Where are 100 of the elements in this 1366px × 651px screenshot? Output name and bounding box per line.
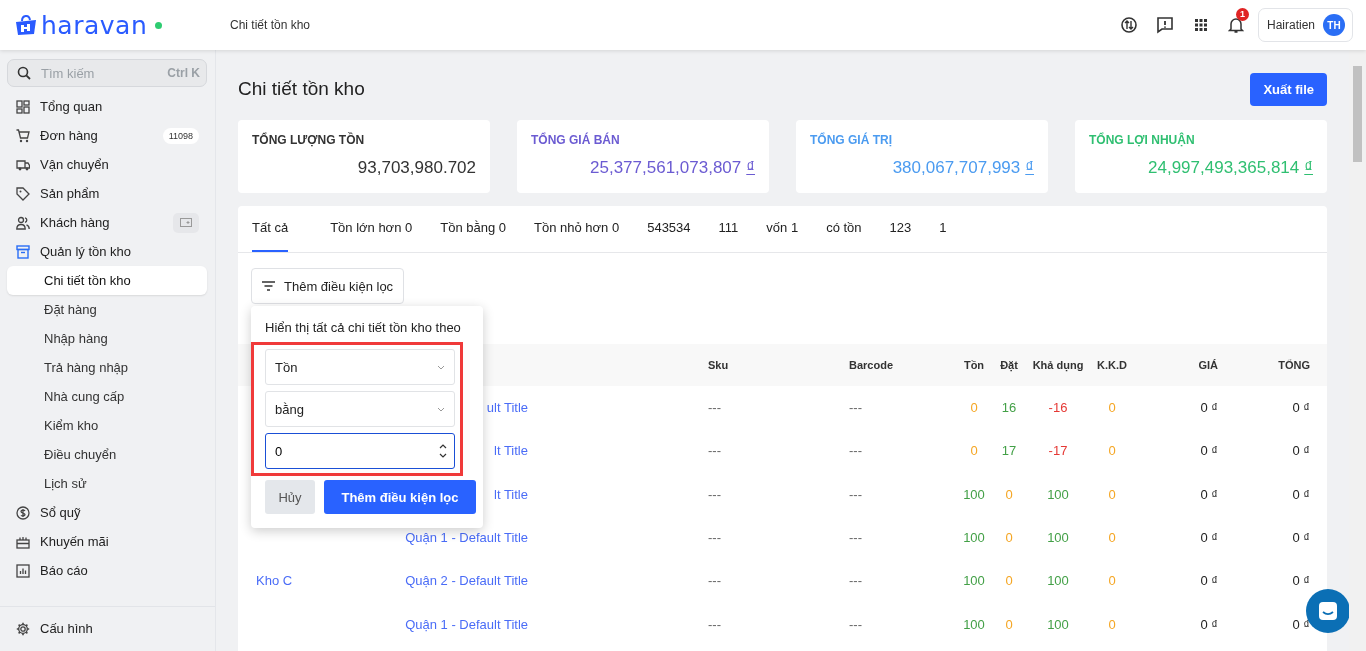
table-cell-text: 0 ₫ (1199, 530, 1218, 546)
count-badge: 11098 (162, 127, 199, 144)
table-cell-text: 0 (1107, 486, 1117, 502)
stat-value: 25,377,561,073,807 ₫ (589, 158, 755, 178)
filter-tab[interactable]: Tất cả (252, 206, 289, 252)
table-cell-text: 0 (1107, 616, 1117, 632)
table-cell-text: --- (849, 486, 863, 502)
search-icon (17, 66, 31, 80)
filter-tab[interactable]: có tồn (812, 206, 876, 252)
sidebar-subitem[interactable]: Nhập hàng (7, 324, 207, 353)
table-cell-text: 100 (962, 530, 986, 546)
stat-label: TỔNG GIÁ TRỊ (810, 133, 893, 147)
table-cell-text: 0 ₫ (1199, 443, 1218, 459)
table-cell-text: 100 (1046, 530, 1070, 546)
sidebar-subitem[interactable]: Trả hàng nhập (7, 353, 207, 382)
user-menu[interactable]: Hairatien TH (1257, 8, 1353, 42)
column-header: Khả dụng (1031, 359, 1085, 371)
chevron-down-icon (437, 364, 445, 370)
feedback-icon[interactable] (1155, 16, 1174, 34)
table-cell-text: --- (849, 573, 863, 589)
sidebar-item[interactable]: Báo cáo (7, 556, 207, 585)
sidebar-subitem[interactable]: Lịch sử (7, 469, 207, 498)
table-cell-text: 16 (1000, 400, 1018, 416)
sidebar-subitem[interactable]: Kiểm kho (7, 411, 207, 440)
table-cell-text: 0 (1107, 443, 1117, 459)
sidebar-subitem[interactable]: Điều chuyển (7, 440, 207, 469)
filter-tab[interactable]: vốn 1 (752, 206, 813, 252)
table-cell-text: 0 (1107, 573, 1117, 589)
column-header: K.K.D (1096, 359, 1128, 371)
filter-tab[interactable]: 111 (704, 206, 753, 252)
variant-link[interactable]: Quận 1 - Default Title (393, 530, 528, 546)
table-cell-text: 0 ₫ (1291, 443, 1310, 459)
truck-icon (16, 157, 30, 172)
filter-tab[interactable]: Tồn lớn hơn 0 (316, 206, 427, 252)
users-icon (16, 215, 30, 230)
sidebar-item[interactable]: Khách hàng (7, 208, 207, 237)
notification-badge: 1 (1235, 8, 1249, 21)
archive-icon (16, 244, 30, 259)
filter-tab[interactable]: 1 (925, 206, 961, 252)
variant-link[interactable]: Quận 2 - Default Title (393, 573, 528, 589)
sidebar-subitem[interactable]: Đặt hàng (7, 295, 207, 324)
select-field[interactable]: Tồn (265, 349, 455, 385)
filter-tab[interactable]: 123 (875, 206, 926, 252)
table-cell-text: --- (708, 616, 722, 632)
sidebar-item[interactable]: Vận chuyển (7, 150, 207, 179)
column-header: Sku (708, 359, 730, 371)
filter-tab[interactable]: Tồn bằng 0 (426, 206, 520, 252)
stat-label: TỔNG LỢI NHUẬN (1089, 133, 1196, 147)
tag-icon (16, 186, 30, 201)
table-cell-text: 0 (969, 400, 979, 416)
stat-value: 93,703,980.702 (356, 158, 476, 178)
table-cell-text: --- (849, 616, 863, 632)
table-cell-text: 100 (962, 616, 986, 632)
filter-tab[interactable]: 543534 (633, 206, 705, 252)
shortcut-hint: Ctrl K (167, 66, 200, 80)
sync-icon[interactable] (1119, 16, 1138, 34)
table-cell-text: --- (708, 573, 722, 589)
chat-button[interactable] (1306, 589, 1349, 633)
sidebar-item[interactable]: Sổ quỹ (7, 498, 207, 527)
logo-text: haravan (41, 10, 148, 40)
chat-icon (1317, 600, 1339, 622)
spinner-icon[interactable] (439, 443, 447, 459)
scrollbar-thumb[interactable] (1353, 66, 1362, 162)
sidebar-item[interactable]: Sản phẩm (7, 179, 207, 208)
page-title: Chi tiết tồn kho (238, 78, 365, 100)
table-cell-text: 0 ₫ (1199, 616, 1218, 632)
sidebar-subitem[interactable]: Nhà cung cấp (7, 382, 207, 411)
table-cell-text: --- (708, 486, 722, 502)
warehouse-link[interactable]: Kho C (256, 573, 393, 589)
number-field[interactable]: 0 (265, 433, 455, 469)
sidebar-item[interactable]: Đơn hàng 11098 (7, 121, 207, 150)
table-cell-text: 100 (1046, 573, 1070, 589)
variant-link[interactable]: Quận 1 - Default Title (393, 616, 528, 632)
chevron-down-icon (437, 406, 445, 412)
filter-tab[interactable]: Tồn nhỏ hơn 0 (520, 206, 634, 252)
table-cell-text: --- (708, 443, 722, 459)
add-filter-button[interactable]: Thêm điều kiện lọc (251, 268, 405, 304)
export-button[interactable]: Xuất file (1250, 72, 1327, 106)
bell-icon[interactable] (1227, 16, 1244, 34)
add-filter-button[interactable]: Thêm điều kiện lọc (324, 480, 476, 514)
table-cell-text: -16 (1047, 400, 1069, 416)
sidebar-subitem[interactable]: Chi tiết tồn kho (7, 266, 207, 295)
table-cell-text: 0 ₫ (1199, 573, 1218, 589)
select-field[interactable]: bằng (265, 391, 455, 427)
table-cell-text: 17 (1000, 443, 1018, 459)
table-cell-text: 0 (1004, 573, 1014, 589)
table-cell-text: 0 ₫ (1291, 616, 1310, 632)
table-cell-text: -17 (1047, 443, 1069, 459)
cancel-button[interactable]: Hủy (265, 480, 315, 514)
sidebar-item[interactable]: Tổng quan (7, 92, 207, 121)
user-avatar: TH (1323, 14, 1345, 36)
sidebar-item[interactable]: Khuyến mãi (7, 527, 207, 556)
sidebar-item[interactable]: Quản lý tồn kho (7, 237, 207, 266)
column-header: Barcode (849, 359, 895, 371)
table-cell-text: --- (708, 530, 722, 546)
sidebar-item[interactable]: Cấu hình (7, 614, 207, 643)
filter-icon (262, 281, 275, 291)
table-cell-text: 0 ₫ (1291, 486, 1310, 502)
stat-label: TỔNG LƯỢNG TỒN (252, 133, 366, 147)
breadcrumb: Chi tiết tồn kho (230, 18, 312, 32)
